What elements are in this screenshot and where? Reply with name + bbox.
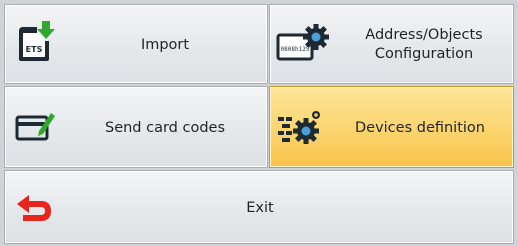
address-objects-configuration-button[interactable]: 0808h125 Address/Objects Configuration <box>269 4 514 84</box>
ets-import-icon: ETS <box>19 21 55 61</box>
address-gear-icon: 0808h125 <box>276 24 329 61</box>
address-objects-label-line1: Address/Objects <box>365 27 483 43</box>
send-card-codes-label: Send card codes <box>104 119 226 136</box>
address-objects-label: Address/Objects Configuration <box>336 5 512 85</box>
address-objects-label-line2: Configuration <box>374 46 474 62</box>
devices-definition-button[interactable]: Devices definition <box>269 86 514 168</box>
import-label: Import <box>140 36 190 53</box>
devices-definition-label: Devices definition <box>354 119 485 136</box>
svg-text:ETS: ETS <box>26 45 43 54</box>
import-button[interactable]: ETS Import <box>4 4 268 84</box>
card-pen-icon <box>15 113 55 141</box>
exit-button[interactable]: Exit <box>4 170 514 244</box>
devices-gear-icon <box>278 111 320 144</box>
address-code-text: 0808h125 <box>281 46 310 53</box>
exit-label: Exit <box>246 199 274 216</box>
send-card-codes-button[interactable]: Send card codes <box>4 86 268 168</box>
menu-panel: ETS Import 0808h125 Address/Objects Conf… <box>0 0 518 246</box>
